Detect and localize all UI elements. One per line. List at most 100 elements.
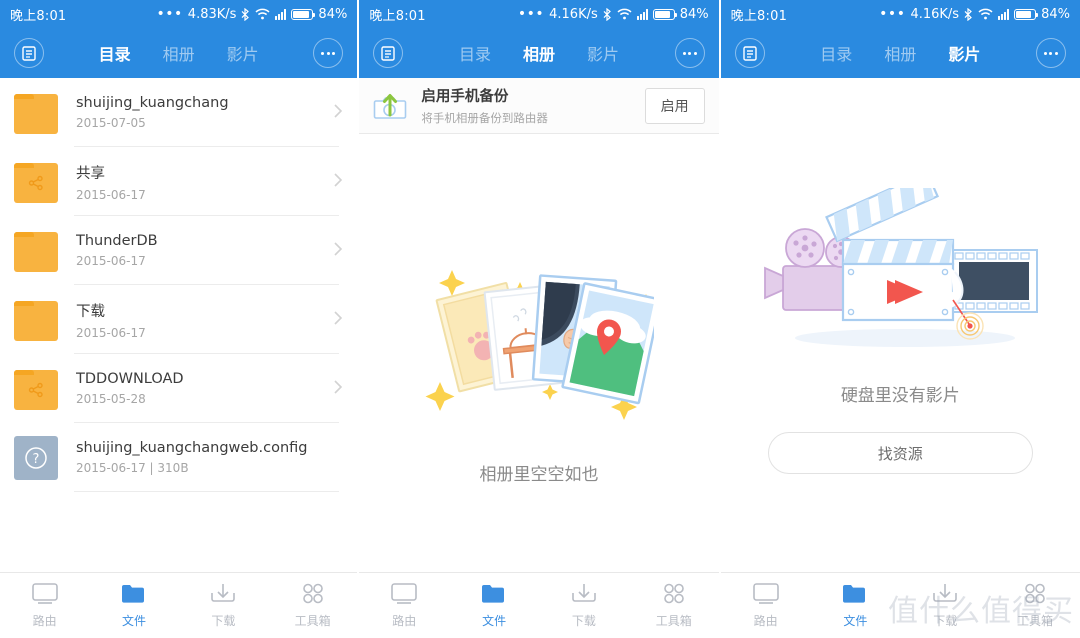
file-list: shuijing_kuangchang 2015-07-05 共享 2015-0…: [0, 78, 357, 492]
file-text: TDDOWNLOAD 2015-05-28: [76, 371, 327, 406]
list-item[interactable]: 共享 2015-06-17: [0, 147, 357, 216]
status-icons: ••• 4.83K/s 84%: [157, 7, 348, 22]
nav-item-files[interactable]: 文件: [89, 583, 178, 629]
nav-item-router[interactable]: 路由: [721, 582, 811, 629]
wifi-icon: [255, 8, 270, 20]
file-text: shuijing_kuangchangweb.config 2015-06-17…: [76, 440, 343, 475]
nav-label: 文件: [121, 613, 146, 628]
file-meta: 2015-06-17 | 310B: [76, 461, 189, 475]
bottom-nav: 路由 文件 下载 工具箱: [359, 572, 719, 638]
photo-stack-illustration: [424, 242, 662, 446]
album-body: 启用手机备份 将手机相册备份到路由器 启用 相册里空空如也: [359, 78, 719, 572]
tab-directory[interactable]: 目录: [459, 41, 491, 65]
file-name: shuijing_kuangchang: [76, 95, 229, 111]
backup-title: 启用手机备份: [421, 89, 509, 105]
folder-shared-icon: [14, 367, 58, 411]
nav-item-download[interactable]: 下载: [179, 583, 268, 629]
folder-icon: [121, 584, 144, 603]
document-list-icon[interactable]: [734, 38, 765, 68]
grid-dots-icon: [1025, 583, 1045, 603]
header-tabs: 目录 相册 影片: [0, 41, 357, 65]
monitor-icon: [31, 582, 58, 604]
panel-video: 晚上8:01 ••• 4.16K/s 84% 目录 相册 影片 硬盘里没有影片 …: [720, 0, 1080, 638]
file-meta: 2015-06-17: [76, 254, 146, 268]
nav-item-files[interactable]: 文件: [449, 583, 539, 629]
tab-video[interactable]: 影片: [948, 41, 980, 65]
file-meta: 2015-07-05: [76, 116, 146, 130]
list-item[interactable]: shuijing_kuangchang 2015-07-05: [0, 78, 357, 147]
more-dots-icon[interactable]: [313, 38, 344, 68]
chevron-right-icon: [333, 379, 343, 399]
file-meta: 2015-06-17: [76, 187, 146, 202]
chevron-right-icon: [333, 103, 343, 123]
monitor-icon: [391, 582, 418, 604]
nav-item-toolbox[interactable]: 工具箱: [990, 583, 1080, 629]
tab-album[interactable]: 相册: [884, 41, 916, 65]
list-item[interactable]: TDDOWNLOAD 2015-05-28: [0, 354, 357, 423]
file-text: shuijing_kuangchang 2015-07-05: [76, 95, 327, 130]
video-body: 硬盘里没有影片 找资源: [720, 78, 1080, 572]
nav-item-download[interactable]: 下载: [900, 583, 990, 629]
tab-video[interactable]: 影片: [227, 41, 259, 65]
enable-backup-button[interactable]: 启用: [644, 87, 705, 124]
tab-directory[interactable]: 目录: [99, 41, 131, 65]
more-dots-icon[interactable]: [1035, 38, 1066, 68]
network-speed: 4.16K/s: [910, 6, 960, 22]
document-list-icon[interactable]: [14, 38, 44, 68]
nav-label: 路由: [32, 613, 57, 628]
nav-label: 路由: [392, 613, 417, 628]
list-item[interactable]: 下载 2015-06-17: [0, 285, 357, 354]
file-text: ThunderDB 2015-06-17: [76, 233, 327, 268]
nav-label: 路由: [753, 613, 778, 628]
wifi-icon: [617, 8, 632, 20]
monitor-icon: [752, 582, 779, 604]
nav-item-toolbox[interactable]: 工具箱: [268, 583, 357, 629]
nav-item-download[interactable]: 下载: [539, 583, 629, 629]
panel-album: 晚上8:01 ••• 4.16K/s 84% 目录 相册 影片 启用手机备份 将…: [359, 0, 719, 638]
list-item[interactable]: ? shuijing_kuangchangweb.config 2015-06-…: [0, 423, 357, 492]
more-dots-icon[interactable]: [674, 38, 705, 68]
tab-album[interactable]: 相册: [163, 41, 195, 65]
find-resources-button[interactable]: 找资源: [767, 432, 1033, 474]
tab-album[interactable]: 相册: [523, 41, 555, 65]
tab-video[interactable]: 影片: [587, 41, 619, 65]
download-icon: [933, 583, 958, 602]
tab-directory[interactable]: 目录: [820, 41, 852, 65]
list-item[interactable]: ThunderDB 2015-06-17: [0, 216, 357, 285]
album-empty-state: 相册里空空如也: [359, 134, 718, 572]
status-bar: 晚上8:01 ••• 4.16K/s 84%: [720, 0, 1080, 28]
status-dots: •••: [156, 6, 183, 22]
file-text: 共享 2015-06-17: [76, 162, 327, 202]
file-list-body: shuijing_kuangchang 2015-07-05 共享 2015-0…: [0, 78, 358, 572]
file-name: 下载: [76, 303, 105, 320]
status-dots: •••: [517, 6, 545, 22]
network-speed: 4.16K/s: [549, 6, 598, 22]
nav-item-router[interactable]: 路由: [0, 582, 89, 629]
video-empty-caption: 硬盘里没有影片: [840, 386, 960, 406]
nav-item-toolbox[interactable]: 工具箱: [629, 583, 719, 629]
status-time: 晚上8:01: [369, 8, 426, 24]
file-name: 共享: [76, 165, 105, 182]
bottom-nav: 路由 文件 下载 工具箱: [0, 572, 358, 638]
bluetooth-icon: [603, 7, 612, 21]
backup-banner[interactable]: 启用手机备份 将手机相册备份到路由器 启用: [359, 78, 719, 134]
folder-icon: [14, 91, 58, 135]
file-text: 下载 2015-06-17: [76, 300, 327, 340]
panel-directory: 晚上8:01 ••• 4.83K/s 84% 目录 相册 影片 shuijing…: [0, 0, 358, 638]
unknown-file-icon: ?: [14, 435, 58, 480]
folder-icon: [843, 584, 866, 603]
file-name: shuijing_kuangchangweb.config: [76, 440, 308, 456]
grid-dots-icon: [302, 583, 323, 603]
file-meta: 2015-05-28: [76, 392, 146, 406]
status-icons: ••• 4.16K/s 84%: [518, 7, 709, 22]
nav-label: 文件: [482, 613, 507, 628]
nav-label: 文件: [843, 613, 868, 628]
document-list-icon[interactable]: [373, 38, 404, 68]
nav-item-router[interactable]: 路由: [359, 582, 449, 629]
signal-icon: [998, 8, 1010, 20]
status-time: 晚上8:01: [10, 8, 67, 24]
nav-item-files[interactable]: 文件: [810, 583, 900, 629]
battery-icon: [291, 8, 316, 20]
folder-icon: [14, 229, 58, 273]
battery-percent: 84%: [1041, 6, 1070, 22]
